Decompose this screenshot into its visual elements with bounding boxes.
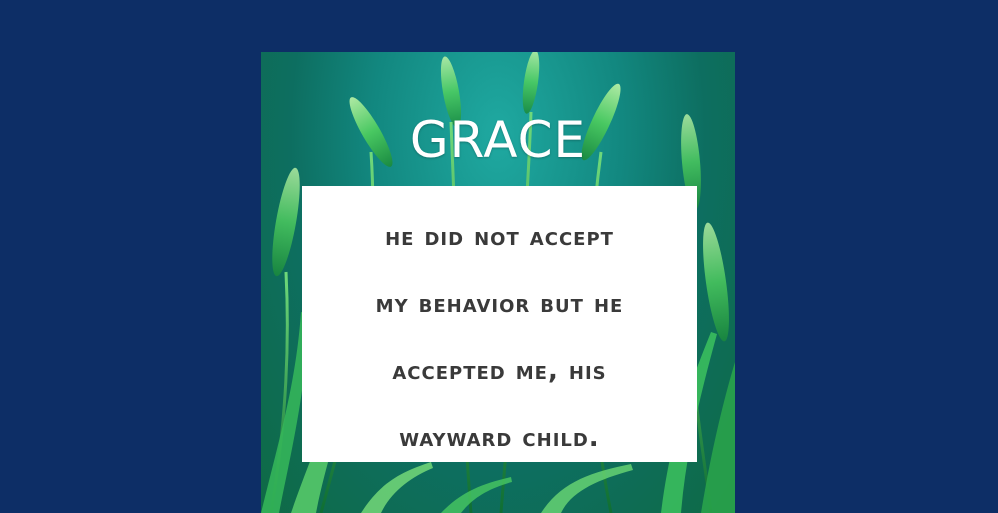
grace-image-card: GRACE He did not accept my behavior but …	[261, 52, 735, 513]
grace-title: GRACE	[409, 111, 587, 169]
quote-box: He did not accept my behavior but he acc…	[302, 186, 697, 462]
quote-line-3: accepted me, his	[392, 356, 607, 386]
quote-text: He did not accept my behavior but he acc…	[302, 186, 697, 472]
quote-line-1: He did not accept	[385, 222, 614, 252]
page-background: GRACE He did not accept my behavior but …	[0, 0, 998, 513]
quote-line-4: wayward child.	[399, 423, 600, 453]
quote-line-2: my behavior but he	[375, 289, 624, 319]
